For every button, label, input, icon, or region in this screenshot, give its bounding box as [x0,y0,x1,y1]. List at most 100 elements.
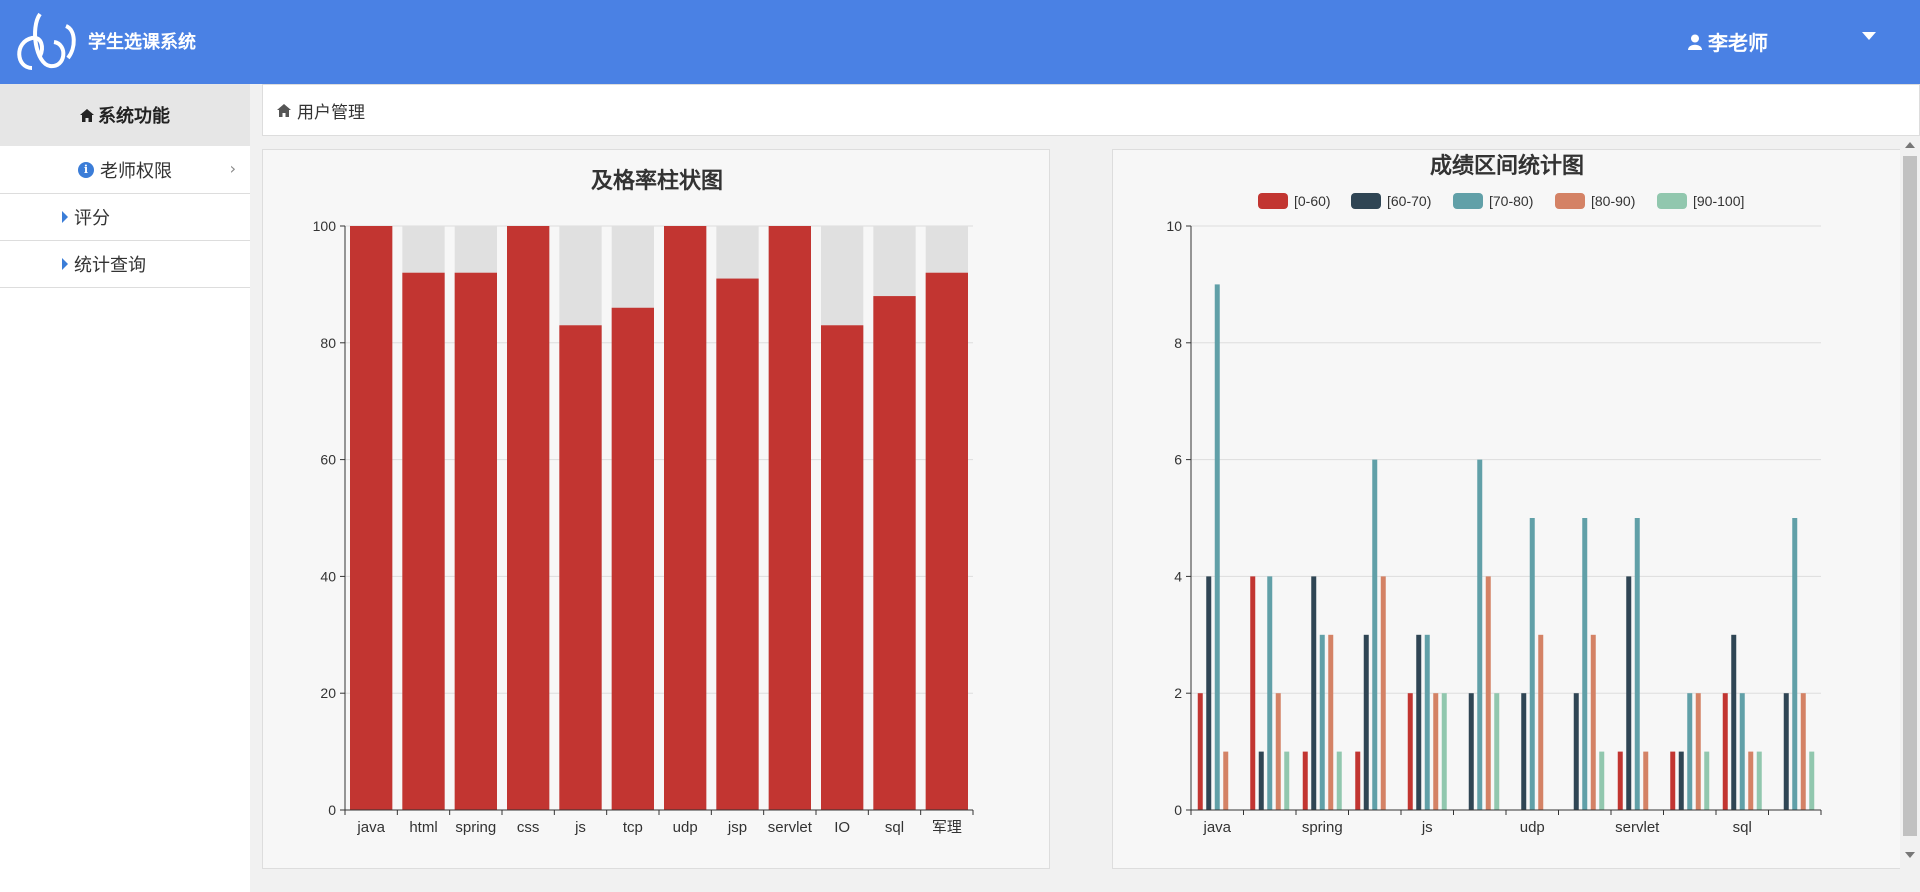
y-tick-label: 4 [1174,568,1182,584]
score-range-bar[interactable] [1319,634,1325,810]
pass-rate-bar[interactable] [454,272,497,811]
score-range-bar[interactable] [1678,751,1684,810]
score-range-bar[interactable] [1206,576,1212,810]
score-range-bar[interactable] [1468,693,1474,810]
score-range-bar[interactable] [1424,634,1430,810]
sidebar-item-label: 评分 [74,208,110,229]
score-range-bar[interactable] [1670,751,1676,810]
score-range-bar[interactable] [1695,693,1701,810]
score-range-bar[interactable] [1223,751,1229,810]
score-range-bar[interactable] [1687,693,1693,810]
score-range-bar[interactable] [1433,693,1439,810]
score-range-bar[interactable] [1704,751,1710,810]
score-range-bar[interactable] [1731,634,1737,810]
x-tick-label: servlet [1615,819,1660,836]
sidebar-group-teacher[interactable]: i 老师权限 › [0,146,250,194]
score-range-bar[interactable] [1380,576,1386,810]
sidebar-header: 系统功能 [0,84,250,146]
pass-rate-bar[interactable] [925,272,968,811]
score-range-bar[interactable] [1441,693,1447,810]
score-range-bar[interactable] [1722,693,1728,810]
score-range-bar[interactable] [1783,693,1789,810]
pass-rate-bar[interactable] [402,272,445,811]
y-tick-label: 40 [320,568,336,584]
score-range-bar[interactable] [1477,459,1483,810]
score-range-bar[interactable] [1643,751,1649,810]
score-range-bar[interactable] [1739,693,1745,810]
score-range-bar[interactable] [1582,518,1588,810]
pass-rate-bar[interactable] [716,278,759,810]
score-range-bar[interactable] [1634,518,1640,810]
score-range-bar[interactable] [1529,518,1535,810]
legend-item[interactable]: [0-60) [1258,193,1331,209]
user-menu[interactable]: 李老师 [1688,27,1768,56]
score-range-bar[interactable] [1809,751,1815,810]
app-title: 学生选课系统 [88,32,196,53]
score-range-bar[interactable] [1372,459,1378,810]
score-range-bar[interactable] [1748,751,1754,810]
legend-item[interactable]: [70-80) [1453,193,1533,209]
scrollbar-thumb[interactable] [1903,156,1917,836]
pass-rate-bar[interactable] [873,296,916,810]
score-range-bar[interactable] [1590,634,1596,810]
x-tick-label: spring [1302,819,1343,836]
sidebar-group-label: 老师权限 [100,160,172,182]
pass-rate-bar[interactable] [664,226,707,810]
score-range-bar[interactable] [1538,634,1544,810]
pass-rate-bar[interactable] [559,325,602,810]
page-scrollbar[interactable] [1900,136,1920,872]
score-range-bar[interactable] [1355,751,1361,810]
score-range-bar[interactable] [1521,693,1527,810]
legend-swatch [1351,193,1381,209]
score-range-bar[interactable] [1494,693,1500,810]
score-range-bar[interactable] [1599,751,1605,810]
score-range-bar[interactable] [1800,693,1806,810]
score-range-bar[interactable] [1407,693,1413,810]
caret-right-icon [62,211,68,223]
caret-right-icon [62,258,68,270]
y-tick-label: 100 [313,218,337,234]
breadcrumb-label[interactable]: 用户管理 [297,98,365,123]
legend-item[interactable]: [90-100] [1657,193,1744,209]
score-range-bar[interactable] [1573,693,1579,810]
score-range-bar[interactable] [1336,751,1342,810]
score-range-bar[interactable] [1363,634,1369,810]
scroll-down-icon[interactable] [1905,852,1915,858]
score-range-bar[interactable] [1214,284,1220,810]
y-tick-label: 10 [1166,218,1182,234]
score-range-bar[interactable] [1267,576,1273,810]
score-range-bar[interactable] [1275,693,1281,810]
score-range-bar[interactable] [1485,576,1491,810]
pass-rate-bar[interactable] [768,226,811,810]
legend-label: [70-80) [1489,193,1533,209]
score-range-bar[interactable] [1311,576,1317,810]
score-range-bar[interactable] [1617,751,1623,810]
score-range-bar[interactable] [1626,576,1632,810]
score-range-bar[interactable] [1792,518,1798,810]
score-range-bar[interactable] [1197,693,1203,810]
pass-rate-bar[interactable] [507,226,550,810]
score-range-bar[interactable] [1250,576,1256,810]
legend-label: [90-100] [1693,193,1744,209]
y-tick-label: 6 [1174,452,1182,468]
legend-item[interactable]: [60-70) [1351,193,1431,209]
score-range-bar[interactable] [1416,634,1422,810]
score-range-bar[interactable] [1756,751,1762,810]
legend-item[interactable]: [80-90) [1555,193,1635,209]
pass-rate-bar[interactable] [350,226,393,810]
home-icon [277,103,291,117]
pass-rate-bar[interactable] [611,307,654,810]
caret-down-icon[interactable] [1862,32,1876,40]
sidebar-item-statistics[interactable]: 统计查询 [0,241,250,288]
sidebar-header-label: 系统功能 [98,106,170,127]
scroll-up-icon[interactable] [1905,142,1915,148]
legend-label: [60-70) [1387,193,1431,209]
score-range-bar[interactable] [1328,634,1334,810]
sidebar: 系统功能 i 老师权限 › 评分 统计查询 [0,84,250,892]
score-range-bar[interactable] [1258,751,1264,810]
score-range-bar[interactable] [1284,751,1290,810]
score-range-bar[interactable] [1302,751,1308,810]
sidebar-item-grading[interactable]: 评分 [0,194,250,241]
pass-rate-bar[interactable] [821,325,864,810]
home-icon [80,108,94,122]
